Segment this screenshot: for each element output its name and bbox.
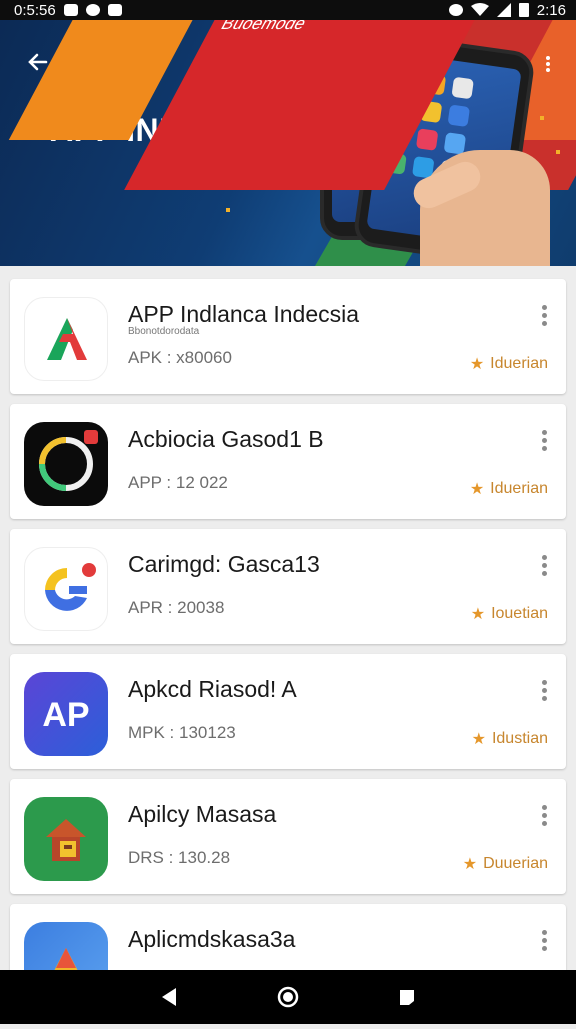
more-options-icon[interactable] xyxy=(538,553,550,579)
app-card[interactable]: APP Indlanca Indecsia Bbonotdorodata APK… xyxy=(10,279,566,394)
nav-home-button[interactable] xyxy=(273,982,303,1012)
signal-icon xyxy=(496,3,511,17)
svg-text:AP: AP xyxy=(42,696,89,734)
app-card[interactable]: Acbiocia Gasod1 B APP : 12 022 ★ Iduerian xyxy=(10,404,566,519)
home-circle-icon xyxy=(277,986,299,1008)
app-name: Carimgd: Gasca13 xyxy=(128,551,320,577)
app-name: Aplicmdskasa3a xyxy=(128,926,296,952)
wifi-icon xyxy=(470,3,489,16)
rainbow-ring-logo-icon xyxy=(24,422,108,506)
app-card[interactable]: AP Apkcd Riasod! A MPK : 130123 ★ Idustia… xyxy=(10,654,566,769)
more-options-icon[interactable] xyxy=(538,428,550,454)
star-icon: ★ xyxy=(469,481,485,498)
more-options-icon[interactable] xyxy=(538,678,550,704)
app-meta: APR : 20038 xyxy=(128,598,225,617)
more-options-icon[interactable] xyxy=(538,928,550,954)
hero-banner: APP INDONESIA Avbole APP Buoemode xyxy=(0,20,576,266)
app-list: APP Indlanca Indecsia Bbonotdorodata APK… xyxy=(10,279,566,1029)
back-triangle-icon xyxy=(162,988,177,1006)
app-meta: MPK : 130123 xyxy=(128,723,236,742)
recents-square-icon xyxy=(399,990,414,1005)
system-nav-bar xyxy=(0,970,576,1024)
ap-logo-icon: AP xyxy=(24,672,108,756)
alarm-icon xyxy=(448,4,463,16)
app-card[interactable]: Apilcy Masasa DRS : 130.28 ★ Duuerian xyxy=(10,779,566,894)
app-name: Apilcy Masasa xyxy=(128,801,277,827)
app-meta: APP : 12 022 xyxy=(128,473,228,492)
app-card[interactable]: Carimgd: Gasca13 APR : 20038 ★ Iouetian xyxy=(10,529,566,644)
colorful-g-logo-icon xyxy=(24,547,108,631)
nav-back-button[interactable] xyxy=(154,982,184,1012)
app-name: APP Indlanca Indecsia xyxy=(128,301,360,327)
more-options-icon[interactable] xyxy=(538,303,550,329)
star-icon: ★ xyxy=(469,356,485,373)
app-meta: DRS : 130.28 xyxy=(128,848,231,867)
star-icon: ★ xyxy=(471,731,486,748)
app-name: Acbiocia Gasod1 B xyxy=(128,426,324,452)
status-bar: 0:5:56 2:16 xyxy=(0,0,576,20)
star-icon: ★ xyxy=(462,856,478,873)
more-options-icon[interactable] xyxy=(540,54,556,74)
app-badge: ★ Iduerian xyxy=(469,355,548,373)
notification-icon xyxy=(107,4,122,16)
app-name: Apkcd Riasod! A xyxy=(128,676,297,702)
app-badge: ★ Duuerian xyxy=(462,855,548,873)
app-badge: ★ Iduerian xyxy=(469,480,548,498)
hand-image xyxy=(420,150,550,266)
chat-icon xyxy=(63,4,78,16)
red-green-a-logo-icon xyxy=(24,297,108,381)
app-meta: APK : x80060 xyxy=(128,348,232,367)
battery-icon xyxy=(518,3,529,17)
star-icon: ★ xyxy=(470,606,486,623)
status-time-right: 2:16 xyxy=(536,1,566,19)
status-time-left: 0:5:56 xyxy=(14,1,56,19)
app-badge: ★ Iouetian xyxy=(470,605,548,623)
app-badge: ★ Idustian xyxy=(471,730,548,748)
more-options-icon[interactable] xyxy=(538,803,550,829)
nav-recents-button[interactable] xyxy=(392,982,422,1012)
sync-icon xyxy=(85,4,100,16)
app-subtitle: Bbonotdorodata xyxy=(128,326,200,337)
house-logo-icon xyxy=(24,797,108,881)
